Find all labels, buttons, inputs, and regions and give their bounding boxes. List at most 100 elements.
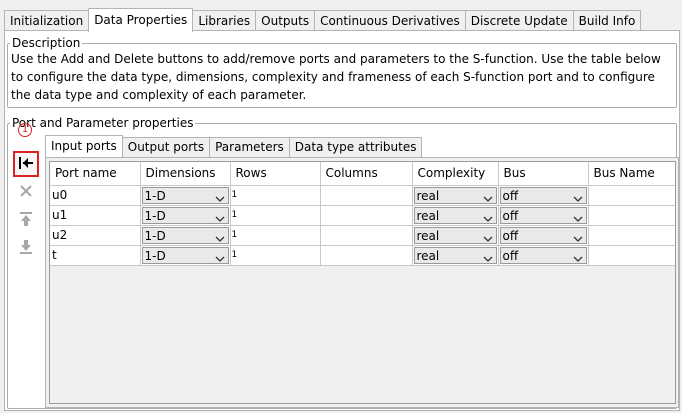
dimensions-cell: 1-D <box>140 185 231 206</box>
column-header-rows[interactable]: Rows <box>230 162 321 186</box>
column-header-complexity[interactable]: Complexity <box>412 162 499 186</box>
delete-icon <box>19 184 33 201</box>
columns-cell[interactable] <box>320 225 413 246</box>
port-name-cell[interactable]: u0 <box>50 185 141 206</box>
rows-value: 1 <box>231 189 238 200</box>
dimensions-value: 1-D <box>144 188 166 203</box>
complexity-value: real <box>416 188 440 203</box>
port-name-cell[interactable]: u2 <box>50 225 141 246</box>
dimensions-select[interactable]: 1-D <box>141 226 229 244</box>
bus-select[interactable]: off <box>499 206 587 224</box>
tab-continuous-derivatives[interactable]: Continuous Derivatives <box>314 10 465 32</box>
table-row: u2 1-D 1 real off <box>50 225 675 246</box>
table-row: t 1-D 1 real off <box>50 245 675 267</box>
bus-value: off <box>502 248 519 263</box>
main-tabbar: Initialization Data Properties Libraries… <box>4 8 642 32</box>
columns-cell[interactable] <box>320 205 413 226</box>
dimensions-cell: 1-D <box>140 245 231 267</box>
chevron-down-icon <box>483 251 493 267</box>
complexity-select[interactable]: real <box>413 186 497 204</box>
bus-select[interactable]: off <box>499 186 587 204</box>
input-ports-table-container[interactable]: Port name Dimensions Rows Columns Comple… <box>49 161 676 404</box>
subtab-input-ports[interactable]: Input ports <box>45 135 123 157</box>
dimensions-cell: 1-D <box>140 225 231 246</box>
chevron-down-icon <box>215 251 225 267</box>
column-header-port-name[interactable]: Port name <box>50 162 141 186</box>
columns-cell[interactable] <box>320 245 413 266</box>
bus-value: off <box>502 188 519 203</box>
column-header-dimensions[interactable]: Dimensions <box>140 162 231 186</box>
annotation-badge: 1 <box>18 123 32 137</box>
tab-outputs[interactable]: Outputs <box>255 10 315 32</box>
tab-data-properties[interactable]: Data Properties <box>88 8 194 32</box>
port-name-value: u0 <box>52 187 68 202</box>
complexity-select[interactable]: real <box>413 226 497 244</box>
bus-cell: off <box>498 185 589 206</box>
dimensions-value: 1-D <box>144 228 166 243</box>
complexity-cell: real <box>412 205 499 226</box>
table-row: u1 1-D 1 real off <box>50 205 675 226</box>
dimensions-select[interactable]: 1-D <box>141 186 229 204</box>
tab-discrete-update[interactable]: Discrete Update <box>464 10 573 32</box>
table-row: u0 1-D 1 real off <box>50 185 675 206</box>
input-ports-panel: Port name Dimensions Rows Columns Comple… <box>45 157 679 408</box>
complexity-value: real <box>416 228 440 243</box>
input-ports-table: Port name Dimensions Rows Columns Comple… <box>50 162 675 267</box>
add-port-button[interactable] <box>13 151 39 177</box>
add-port-icon <box>18 156 34 173</box>
bus-name-cell <box>588 205 675 226</box>
bus-name-cell <box>588 225 675 246</box>
bus-name-cell <box>588 245 675 266</box>
port-name-value: u1 <box>52 207 68 222</box>
bus-name-cell <box>588 185 675 206</box>
rows-value: 1 <box>231 209 238 220</box>
bus-value: off <box>502 208 519 223</box>
port-name-cell[interactable]: u1 <box>50 205 141 226</box>
port-name-cell[interactable]: t <box>50 245 141 266</box>
dimensions-value: 1-D <box>144 248 166 263</box>
rows-cell[interactable]: 1 <box>230 225 321 246</box>
dimensions-cell: 1-D <box>140 205 231 226</box>
data-properties-panel: Description Use the Add and Delete butto… <box>4 30 680 411</box>
bus-select[interactable]: off <box>499 246 587 267</box>
rows-cell[interactable]: 1 <box>230 185 321 206</box>
description-legend: Description <box>12 36 81 50</box>
port-name-value: t <box>52 247 57 262</box>
columns-cell[interactable] <box>320 185 413 206</box>
rows-value: 1 <box>231 229 238 240</box>
subtab-data-type-attributes[interactable]: Data type attributes <box>288 137 423 157</box>
rows-cell[interactable]: 1 <box>230 245 321 266</box>
delete-port-button[interactable] <box>15 181 37 203</box>
complexity-select[interactable]: real <box>413 206 497 224</box>
bus-cell: off <box>498 245 589 267</box>
bus-value: off <box>502 228 519 243</box>
tab-initialization[interactable]: Initialization <box>4 10 89 32</box>
column-header-bus[interactable]: Bus <box>498 162 589 186</box>
subtab-parameters[interactable]: Parameters <box>209 137 289 157</box>
complexity-cell: real <box>412 185 499 206</box>
tab-libraries[interactable]: Libraries <box>193 10 256 32</box>
dimensions-select[interactable]: 1-D <box>141 246 229 267</box>
move-down-icon <box>19 239 33 258</box>
bus-cell: off <box>498 225 589 246</box>
dimensions-value: 1-D <box>144 208 166 223</box>
table-header-row: Port name Dimensions Rows Columns Comple… <box>50 162 675 186</box>
rows-cell[interactable]: 1 <box>230 205 321 226</box>
dimensions-select[interactable]: 1-D <box>141 206 229 224</box>
port-subtabbar: Input ports Output ports Parameters Data… <box>45 135 423 157</box>
complexity-value: real <box>416 248 440 263</box>
bus-select[interactable]: off <box>499 226 587 244</box>
complexity-select[interactable]: real <box>413 246 497 267</box>
move-down-button[interactable] <box>15 237 37 259</box>
rows-value: 1 <box>231 249 238 260</box>
column-header-bus-name[interactable]: Bus Name <box>588 162 675 186</box>
column-header-columns[interactable]: Columns <box>320 162 413 186</box>
tab-build-info[interactable]: Build Info <box>572 10 642 32</box>
move-up-button[interactable] <box>15 209 37 231</box>
complexity-cell: real <box>412 225 499 246</box>
bus-cell: off <box>498 205 589 226</box>
description-group: Description Use the Add and Delete butto… <box>7 37 677 108</box>
port-name-value: u2 <box>52 227 68 242</box>
subtab-output-ports[interactable]: Output ports <box>122 137 210 157</box>
chevron-down-icon <box>573 251 583 267</box>
